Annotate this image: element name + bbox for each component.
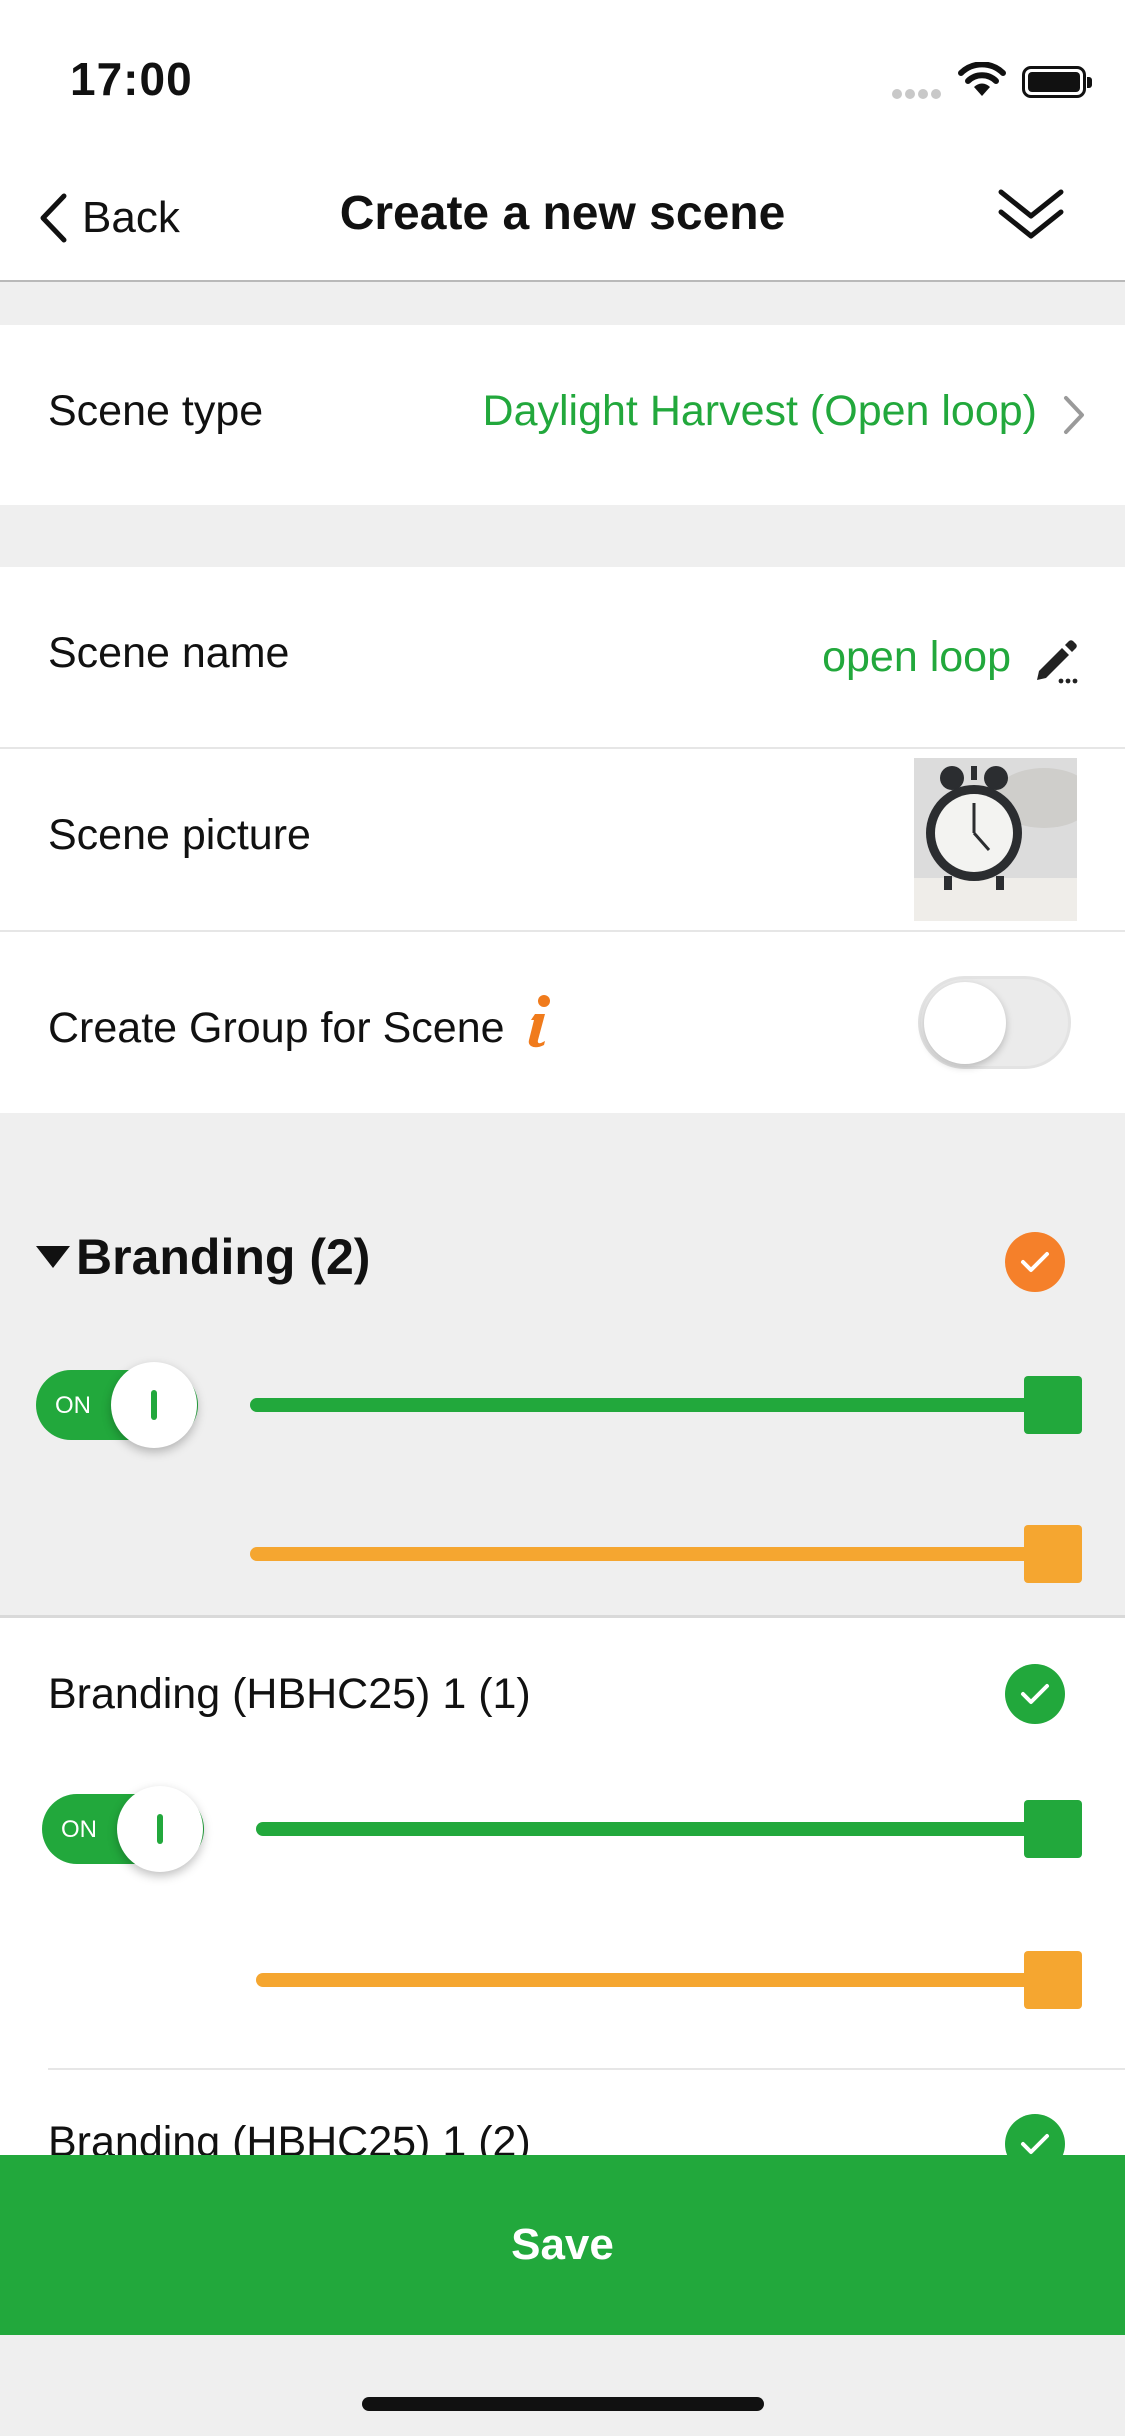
cellular-signal-icon	[892, 86, 944, 99]
navigation-bar: Back Create a new scene	[0, 150, 1125, 282]
group-color-temp-thumb[interactable]	[1024, 1525, 1082, 1583]
create-group-label: Create Group for Scene	[48, 994, 553, 1053]
double-chevron-down-icon[interactable]	[998, 186, 1064, 244]
toggle-knob	[924, 982, 1006, 1064]
scene-name-label: Scene name	[48, 629, 290, 677]
group-header[interactable]: Branding (2)	[36, 1228, 370, 1286]
battery-icon	[1022, 66, 1092, 98]
device-brightness-thumb[interactable]	[1024, 1800, 1082, 1858]
wifi-icon	[958, 62, 1006, 96]
divider	[48, 2068, 1125, 2070]
triangle-down-icon	[36, 1246, 70, 1268]
device-name: Branding (HBHC25) 1 (1)	[48, 1670, 531, 1718]
group-power-toggle[interactable]: ON	[36, 1362, 198, 1448]
scene-type-label: Scene type	[48, 387, 264, 435]
page-title: Create a new scene	[339, 187, 786, 240]
group-brightness-thumb[interactable]	[1024, 1376, 1082, 1434]
alarm-clock-image	[914, 758, 1077, 921]
info-icon[interactable]	[523, 994, 553, 1048]
home-indicator[interactable]	[362, 2397, 764, 2411]
group-title: Branding (2)	[76, 1229, 371, 1285]
save-button[interactable]: Save	[0, 2155, 1125, 2335]
device-list: Branding (HBHC25) 1 (1) ON Branding (HBH…	[0, 1615, 1125, 2174]
save-label: Save	[511, 2220, 614, 2269]
device-check-icon[interactable]	[1005, 1664, 1065, 1724]
group-brightness-track[interactable]	[250, 1398, 1048, 1412]
group-check-icon[interactable]	[1005, 1232, 1065, 1292]
group-color-temp-track[interactable]	[250, 1547, 1048, 1561]
device-color-temp-track[interactable]	[256, 1973, 1048, 1987]
home-indicator-area	[0, 2335, 1125, 2436]
status-bar: 17:00	[0, 0, 1125, 150]
scene-type-row[interactable]: Scene type Daylight Harvest (Open loop)	[0, 325, 1125, 505]
scene-type-value: Daylight Harvest (Open loop)	[482, 387, 1037, 435]
scene-picture-thumbnail[interactable]	[914, 758, 1077, 921]
power-on-label: ON	[55, 1392, 91, 1419]
device-power-toggle[interactable]: ON	[42, 1786, 204, 1872]
scene-name-value: open loop	[822, 633, 1011, 681]
power-on-label: ON	[61, 1816, 97, 1843]
create-group-toggle[interactable]	[918, 976, 1071, 1069]
toggle-knob	[117, 1786, 203, 1872]
toggle-knob	[111, 1362, 197, 1448]
chevron-right-icon	[1064, 396, 1084, 434]
status-time: 17:00	[70, 53, 193, 105]
device-brightness-track[interactable]	[256, 1822, 1048, 1836]
pencil-edit-icon[interactable]	[1031, 635, 1081, 685]
scene-picture-label: Scene picture	[48, 811, 311, 859]
device-color-temp-thumb[interactable]	[1024, 1951, 1082, 2009]
scene-name-row[interactable]: Scene name open loop	[0, 567, 1125, 747]
